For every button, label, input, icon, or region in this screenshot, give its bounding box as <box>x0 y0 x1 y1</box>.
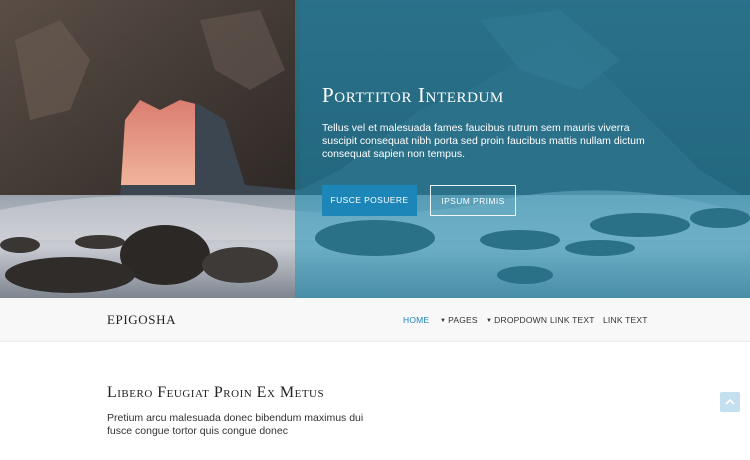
nav-item-home[interactable]: HOME <box>403 315 429 325</box>
ipsum-primis-button[interactable]: Ipsum Primis <box>430 185 516 216</box>
scroll-to-top-button[interactable] <box>720 392 740 412</box>
section-text: Pretium arcu malesuada donec bibendum ma… <box>107 412 364 437</box>
hero-title: Porttitor Interdum <box>322 83 504 107</box>
nav-item-link-text-2[interactable]: LINK TEXT <box>603 315 648 325</box>
navbar: EPIGOSHA HOME ▼ PAGES ▼ DROPDOWN LINK TEXT… <box>0 298 750 342</box>
nav-item-pages-label: PAGES <box>448 315 478 325</box>
nav-item-link-text-1[interactable]: LINK TEXT <box>550 315 595 325</box>
nav-item-dropdown[interactable]: ▼ DROPDOWN <box>486 315 547 325</box>
hero-buttons: Fusce Posuere Ipsum Primis <box>322 185 516 216</box>
nav-item-pages[interactable]: ▼ PAGES <box>440 315 478 325</box>
hero-content: Porttitor Interdum Tellus vel et malesua… <box>322 82 652 161</box>
fusce-posuere-button[interactable]: Fusce Posuere <box>322 185 417 216</box>
caret-down-icon: ▼ <box>440 318 447 324</box>
nav-item-dropdown-label: DROPDOWN <box>494 315 548 325</box>
section-title: Libero Feugiat Proin Ex Metus <box>107 384 325 401</box>
nav-menu: HOME ▼ PAGES ▼ DROPDOWN LINK TEXT LINK TEX… <box>0 315 750 327</box>
caret-down-icon: ▼ <box>486 318 493 324</box>
hero-banner: Porttitor Interdum Tellus vel et malesua… <box>0 0 750 298</box>
hero-description: Tellus vel et malesuada fames faucibus r… <box>322 122 645 160</box>
chevron-up-icon <box>725 398 735 405</box>
